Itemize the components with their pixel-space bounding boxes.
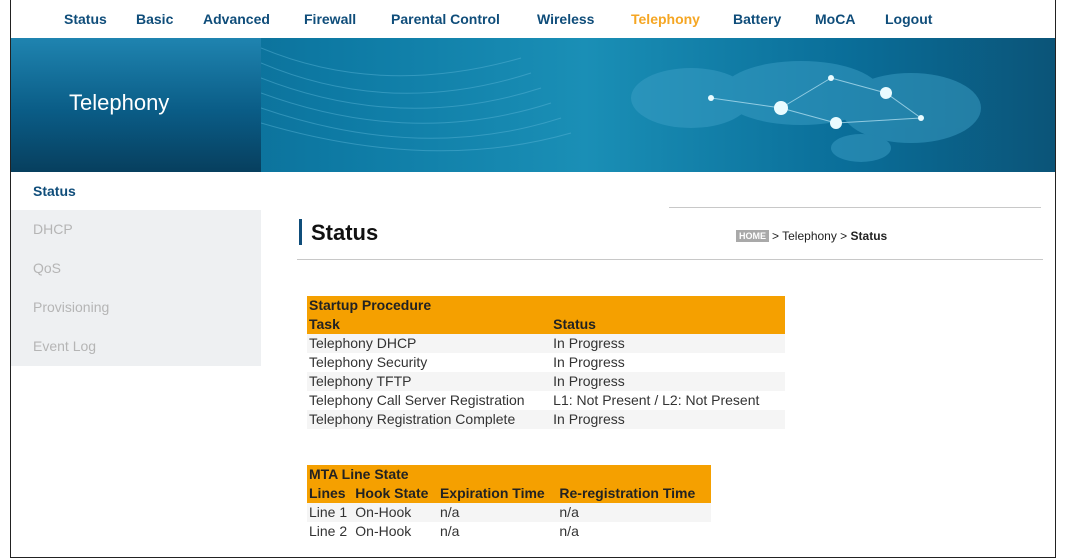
header-banner: Telephony bbox=[11, 38, 1055, 172]
table-row: Line 2 On-Hook n/a n/a bbox=[307, 522, 711, 541]
sidebar-item-label: Provisioning bbox=[33, 299, 110, 315]
nav-wireless[interactable]: Wireless bbox=[537, 11, 594, 27]
sidebar-item-label: DHCP bbox=[33, 221, 73, 237]
line-cell: Line 2 bbox=[307, 522, 354, 541]
column-header: Re-registration Time bbox=[557, 484, 711, 503]
sidebar-item-provisioning[interactable]: Provisioning bbox=[11, 288, 261, 326]
divider-top bbox=[669, 207, 1041, 208]
column-header: Task bbox=[307, 315, 552, 334]
sidebar-item-qos[interactable]: QoS bbox=[11, 249, 261, 287]
sidebar-item-dhcp[interactable]: DHCP bbox=[11, 210, 261, 248]
column-header: Expiration Time bbox=[437, 484, 558, 503]
nav-advanced[interactable]: Advanced bbox=[203, 11, 270, 27]
sidebar-item-label: Event Log bbox=[33, 338, 97, 354]
table-row: Telephony Security In Progress bbox=[307, 353, 785, 372]
world-map-graphic bbox=[261, 47, 981, 162]
status-cell: L1: Not Present / L2: Not Present bbox=[551, 391, 785, 410]
nav-basic[interactable]: Basic bbox=[136, 11, 173, 27]
reregistration-cell: n/a bbox=[557, 522, 711, 541]
title-accent-bar bbox=[299, 219, 302, 245]
sidebar-item-status[interactable]: Status bbox=[11, 172, 261, 210]
mta-line-state-table: MTA Line State Lines Hook State Expirati… bbox=[307, 465, 711, 541]
reregistration-cell: n/a bbox=[557, 503, 711, 522]
breadcrumb: HOME > Telephony > Status bbox=[736, 229, 887, 243]
sidebar-item-label: QoS bbox=[33, 260, 62, 276]
hook-state-cell: On-Hook bbox=[353, 503, 438, 522]
task-cell: Telephony DHCP bbox=[307, 334, 552, 353]
nav-parental-control[interactable]: Parental Control bbox=[391, 11, 500, 27]
nav-battery[interactable]: Battery bbox=[733, 11, 781, 27]
column-header: Lines bbox=[307, 484, 354, 503]
sidebar-item-label: Status bbox=[33, 183, 76, 199]
task-cell: Telephony Registration Complete bbox=[307, 410, 552, 429]
breadcrumb-section[interactable]: Telephony bbox=[782, 229, 837, 243]
table-row: Telephony Call Server Registration L1: No… bbox=[307, 391, 785, 410]
table-caption: MTA Line State bbox=[307, 465, 711, 484]
task-cell: Telephony Call Server Registration bbox=[307, 391, 552, 410]
line-cell: Line 1 bbox=[307, 503, 354, 522]
sidebar: Status DHCP QoS Provisioning Event Log bbox=[11, 172, 261, 366]
banner-title-box: Telephony bbox=[11, 38, 261, 172]
table-row: Telephony Registration Complete In Progre… bbox=[307, 410, 785, 429]
page-title: Status bbox=[311, 220, 379, 245]
nav-firewall[interactable]: Firewall bbox=[304, 11, 356, 27]
home-icon[interactable]: HOME bbox=[736, 230, 769, 242]
nav-telephony[interactable]: Telephony bbox=[631, 11, 700, 27]
hook-state-cell: On-Hook bbox=[353, 522, 438, 541]
nav-status[interactable]: Status bbox=[64, 11, 107, 27]
task-cell: Telephony Security bbox=[307, 353, 552, 372]
status-cell: In Progress bbox=[551, 334, 785, 353]
status-cell: In Progress bbox=[551, 372, 785, 391]
nav-moca[interactable]: MoCA bbox=[815, 11, 855, 27]
status-cell: In Progress bbox=[551, 353, 785, 372]
breadcrumb-current: Status bbox=[850, 229, 888, 243]
expiration-cell: n/a bbox=[437, 503, 558, 522]
table-row: Line 1 On-Hook n/a n/a bbox=[307, 503, 711, 522]
nav-logout[interactable]: Logout bbox=[885, 11, 932, 27]
status-cell: In Progress bbox=[551, 410, 785, 429]
divider-bottom bbox=[297, 259, 1043, 260]
column-header: Hook State bbox=[353, 484, 438, 503]
table-row: Telephony TFTP In Progress bbox=[307, 372, 785, 391]
column-header: Status bbox=[551, 315, 785, 334]
top-nav: Status Basic Advanced Firewall Parental … bbox=[11, 0, 1055, 39]
page-frame: Status Basic Advanced Firewall Parental … bbox=[10, 0, 1056, 558]
table-row: Telephony DHCP In Progress bbox=[307, 334, 785, 353]
banner-title: Telephony bbox=[69, 90, 170, 115]
sidebar-item-event-log[interactable]: Event Log bbox=[11, 327, 261, 365]
startup-procedure-table: Startup Procedure Task Status Telephony … bbox=[307, 296, 785, 429]
expiration-cell: n/a bbox=[437, 522, 558, 541]
task-cell: Telephony TFTP bbox=[307, 372, 552, 391]
table-caption: Startup Procedure bbox=[307, 296, 785, 315]
